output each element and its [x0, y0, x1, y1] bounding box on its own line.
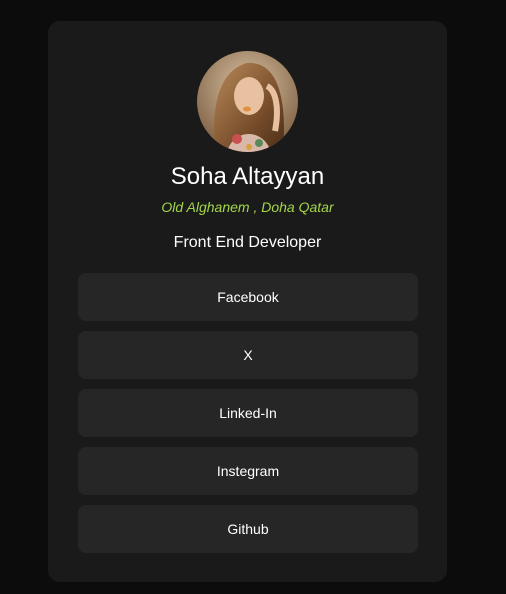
instagram-link-button[interactable]: Instegram	[78, 447, 418, 495]
profile-role: Front End Developer	[173, 234, 322, 251]
github-link-button[interactable]: Github	[78, 505, 418, 553]
linkedin-link-button[interactable]: Linked-In	[78, 389, 418, 437]
profile-card: Soha Altayyan Old Alghanem , Doha Qatar …	[48, 21, 447, 582]
avatar-image	[197, 51, 298, 152]
social-links: Facebook X Linked-In Instegram Github	[78, 273, 418, 563]
profile-name: Soha Altayyan	[170, 163, 325, 190]
profile-location: Old Alghanem , Doha Qatar	[161, 199, 334, 215]
facebook-link-button[interactable]: Facebook	[78, 273, 418, 321]
avatar	[197, 51, 298, 152]
x-link-button[interactable]: X	[78, 331, 418, 379]
